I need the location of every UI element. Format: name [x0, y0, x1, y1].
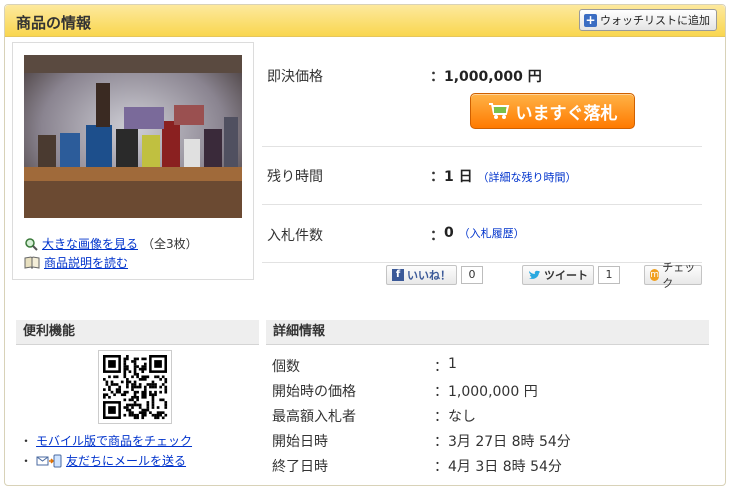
buy-now-button-label: いますぐ落札 — [515, 103, 618, 124]
view-large-image-row: 大きな画像を見る （全3枚） — [24, 235, 198, 252]
like-count: 0 — [461, 266, 483, 284]
time-left-value: 1 日 — [444, 169, 473, 185]
divider — [262, 146, 702, 147]
detail-label: 個数 — [272, 359, 300, 375]
detail-value: 3月 27日 8時 54分 — [448, 434, 571, 450]
tools-section-header: 便利機能 — [16, 320, 259, 345]
plus-icon: + — [584, 12, 597, 27]
twitter-bird-icon — [529, 270, 540, 279]
buy-now-label: 即決価格 — [267, 69, 323, 85]
panel-title: 商品の情報 — [16, 14, 92, 32]
divider — [262, 204, 702, 205]
send-mail-row: ・ 友だちにメールを送る — [20, 452, 186, 469]
detail-label: 終了日時 — [272, 459, 328, 475]
bullet: ・ — [20, 454, 33, 468]
buy-now-button[interactable]: いますぐ落札 — [470, 93, 635, 129]
qr-code — [98, 350, 172, 424]
detail-label: 開始時の価格 — [272, 384, 356, 400]
bids-label: 入札件数 — [267, 228, 323, 244]
magnifier-icon — [25, 237, 38, 251]
detail-label: 開始日時 — [272, 434, 328, 450]
cart-icon — [488, 103, 509, 119]
facebook-like-widget: f いいね！ 0 — [386, 265, 483, 285]
facebook-like-button[interactable]: f いいね！ — [386, 265, 457, 285]
mobile-version-link[interactable]: モバイル版で商品をチェック — [36, 432, 192, 449]
bids-value: 0 — [444, 225, 454, 241]
time-left-detail-link[interactable]: （詳細な残り時間） — [478, 171, 577, 184]
item-photo[interactable] — [24, 55, 242, 218]
colon: ： — [434, 384, 448, 400]
details-section-header: 詳細情報 — [266, 320, 709, 345]
time-left-row: 1 日 （詳細な残り時間） — [444, 166, 577, 186]
buy-now-price: 1,000,000 円 — [444, 69, 542, 85]
read-description-row: 商品説明を読む — [24, 254, 128, 271]
colon: ： — [430, 69, 444, 85]
book-icon — [24, 256, 40, 269]
colon: ： — [430, 169, 444, 185]
bid-history-link[interactable]: （入札履歴） — [459, 227, 525, 240]
facebook-icon: f — [392, 269, 404, 281]
colon: ： — [430, 228, 444, 244]
image-count: （全3枚） — [142, 237, 198, 251]
mobile-version-row: ・ モバイル版で商品をチェック — [20, 432, 192, 449]
add-to-watchlist-button[interactable]: + ウォッチリストに追加 — [579, 9, 717, 31]
item-image-box: 大きな画像を見る （全3枚） 商品説明を読む — [12, 42, 254, 280]
tweet-count: 1 — [598, 266, 620, 284]
mail-to-friend-icon — [36, 454, 62, 467]
read-description-link[interactable]: 商品説明を読む — [44, 254, 128, 271]
tweet-label: ツイート — [544, 269, 588, 282]
colon: ： — [434, 359, 448, 375]
check-label: チェック — [662, 261, 696, 290]
panel-header: 商品の情報 + ウォッチリストに追加 — [5, 5, 725, 37]
facebook-like-label: いいね！ — [407, 269, 451, 282]
view-large-image-link[interactable]: 大きな画像を見る — [42, 235, 138, 252]
bids-row: 0 （入札履歴） — [444, 225, 525, 241]
send-mail-link[interactable]: 友だちにメールを送る — [66, 452, 186, 469]
detail-label: 最高額入札者 — [272, 409, 356, 425]
detail-value: なし — [448, 409, 476, 425]
time-left-label: 残り時間 — [267, 169, 323, 185]
detail-value: 4月 3日 8時 54分 — [448, 459, 562, 475]
watchlist-button-label: ウォッチリストに追加 — [600, 14, 710, 27]
check-button[interactable]: m チェック — [644, 261, 702, 290]
colon: ： — [434, 434, 448, 450]
detail-value: 1,000,000 円 — [448, 384, 538, 400]
divider — [262, 262, 702, 263]
check-logo-icon: m — [650, 269, 660, 281]
tweet-widget: ツイート 1 — [522, 265, 620, 285]
check-widget: m チェック — [644, 261, 702, 290]
bullet: ・ — [20, 434, 33, 448]
colon: ： — [434, 409, 448, 425]
tweet-button[interactable]: ツイート — [522, 265, 594, 285]
detail-value: 1 — [448, 356, 457, 372]
colon: ： — [434, 459, 448, 475]
